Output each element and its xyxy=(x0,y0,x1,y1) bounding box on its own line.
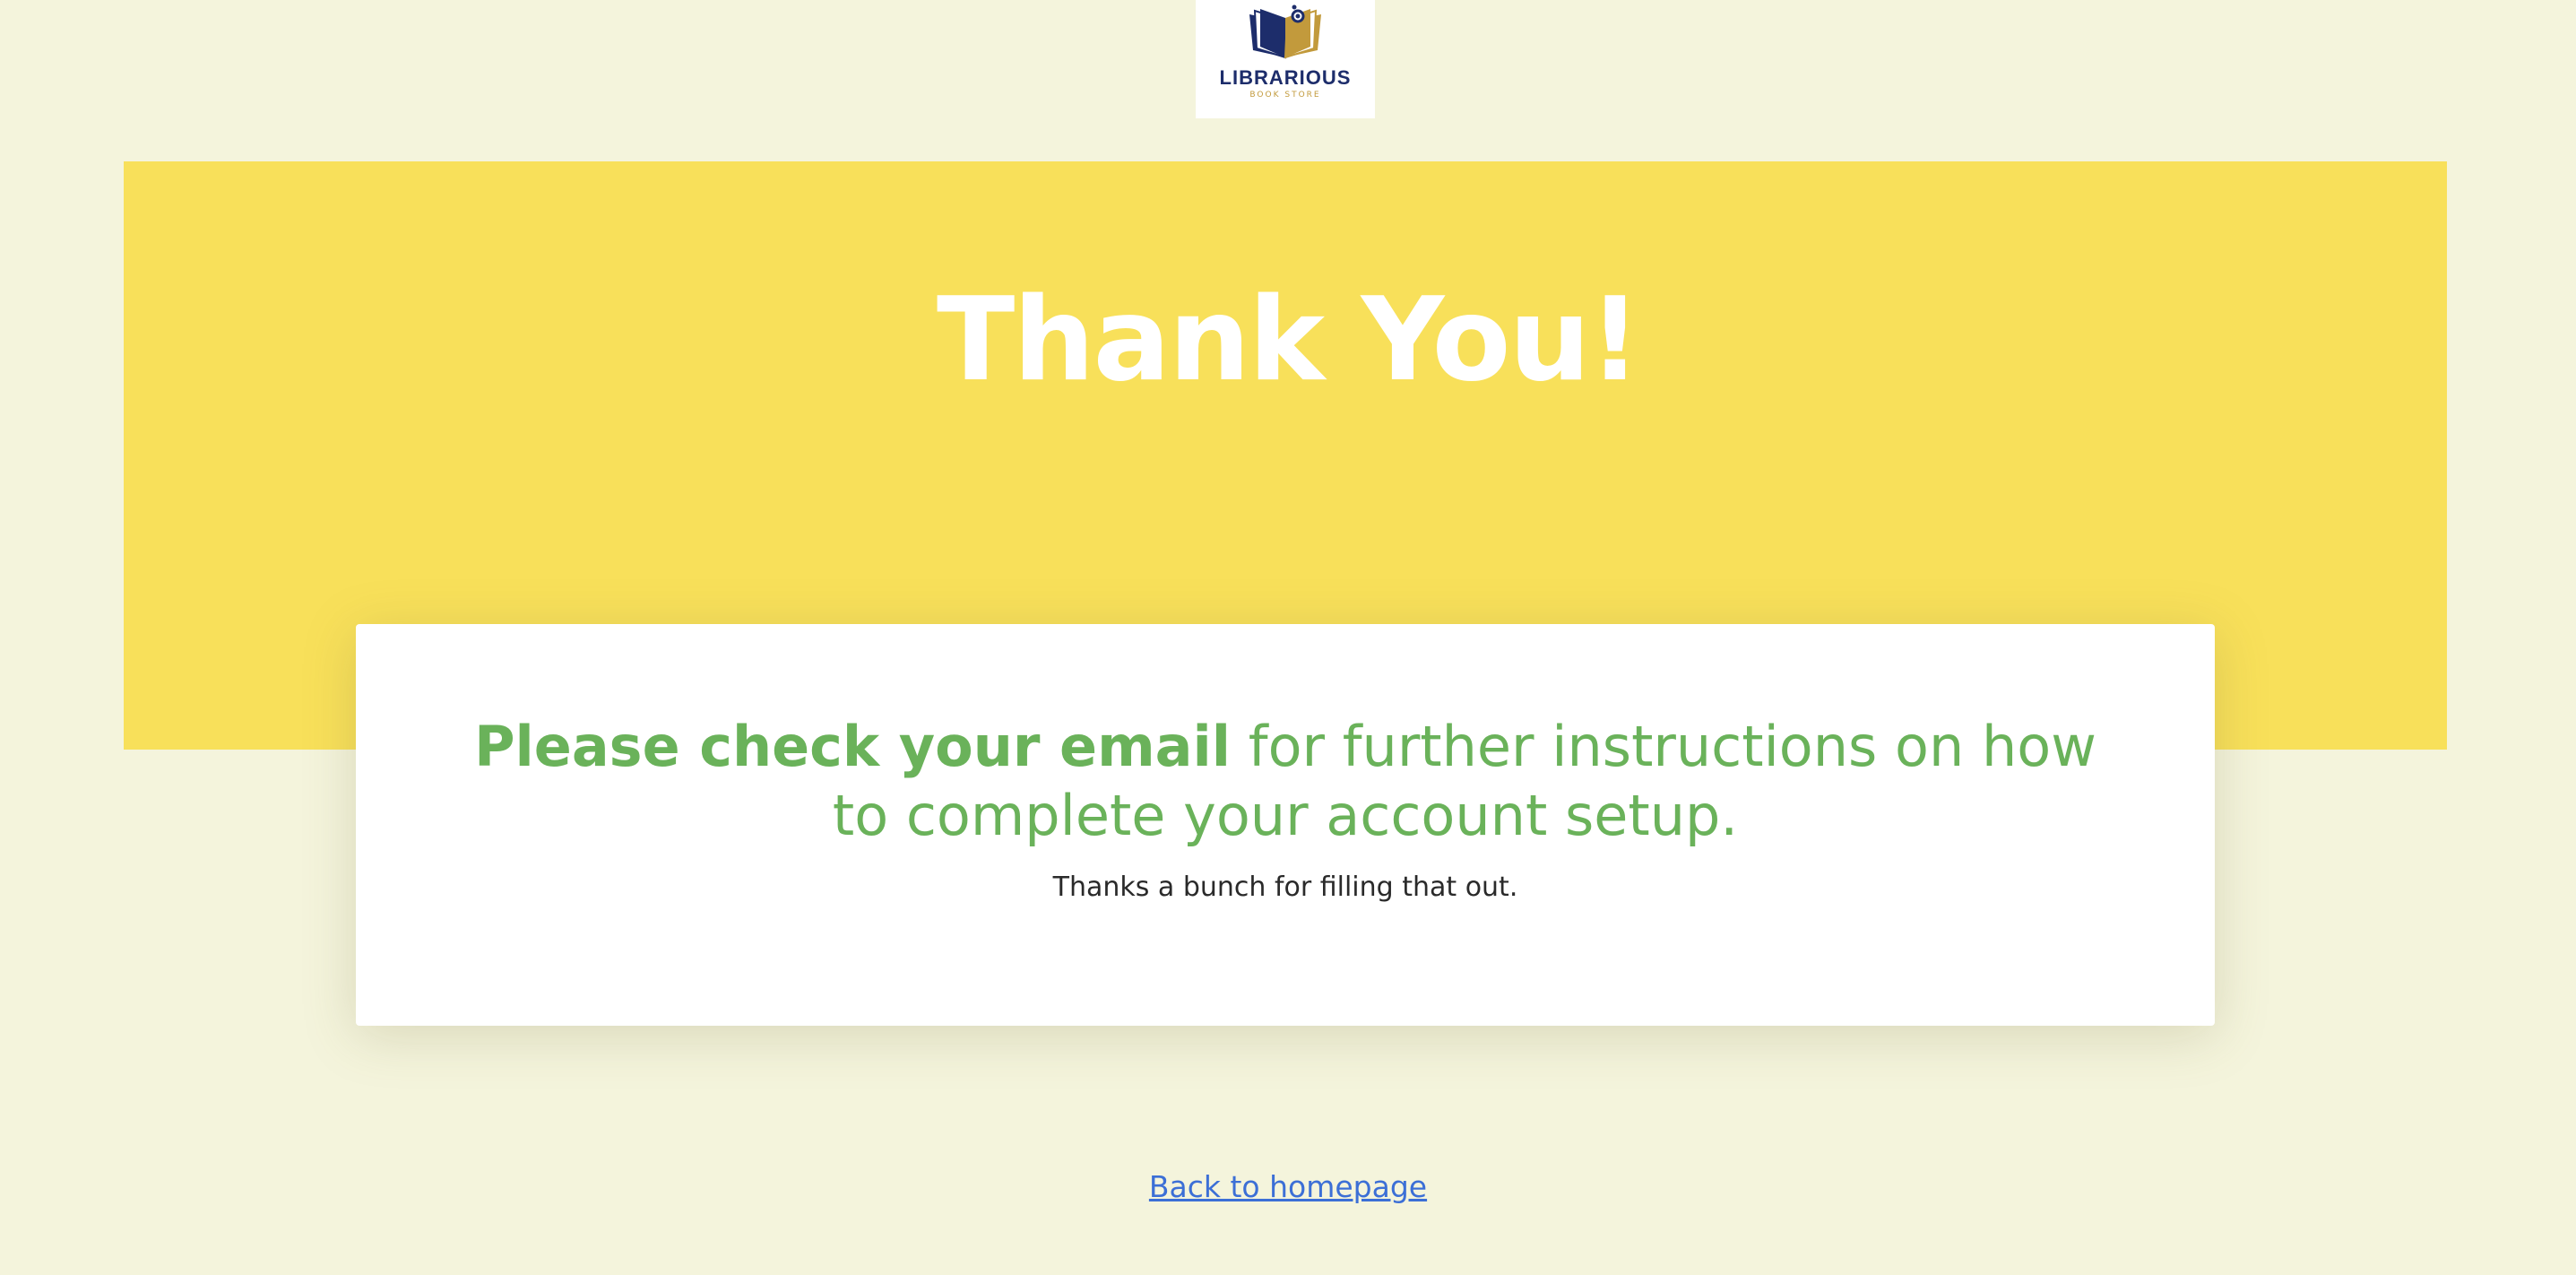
confirmation-card: Please check your email for further inst… xyxy=(356,624,2215,1026)
confirmation-heading: Please check your email for further inst… xyxy=(452,712,2119,850)
logo[interactable]: LIBRARIOUS BOOK STORE xyxy=(1196,0,1375,118)
back-link-container: Back to homepage xyxy=(0,1167,2576,1207)
logo-tagline: BOOK STORE xyxy=(1249,91,1321,100)
confirmation-heading-emphasis: Please check your email xyxy=(474,714,1232,779)
page-title: Thank You! xyxy=(937,273,1641,407)
logo-name: LIBRARIOUS xyxy=(1219,66,1352,89)
open-book-icon xyxy=(1249,4,1321,59)
back-to-homepage-link[interactable]: Back to homepage xyxy=(1149,1169,1427,1204)
confirmation-subtext: Thanks a bunch for filling that out. xyxy=(1052,872,1518,903)
